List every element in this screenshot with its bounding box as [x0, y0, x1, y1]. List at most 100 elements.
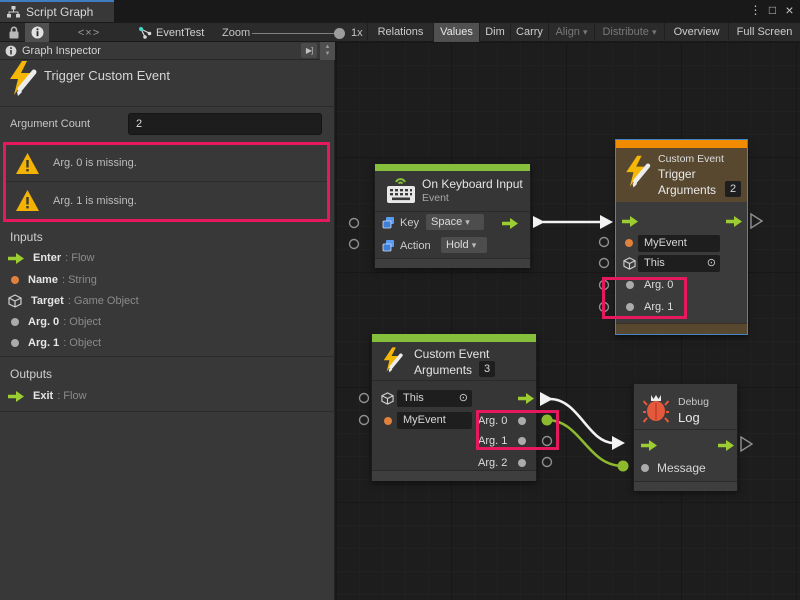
arg1-label: Arg. 1 — [478, 434, 507, 448]
outer-port[interactable] — [543, 437, 552, 446]
window-controls: ⋮ □ × — [747, 0, 798, 20]
custom-event-node[interactable]: Custom Event Arguments 3 This ⊙ MyEvent … — [371, 333, 537, 481]
outer-port[interactable] — [360, 416, 369, 425]
message-port[interactable] — [641, 464, 649, 472]
flow-output-port[interactable] — [518, 393, 534, 404]
unit-title: Trigger Custom Event — [44, 68, 170, 83]
graph-asset-icon — [139, 27, 152, 39]
outer-flow-port[interactable] — [741, 437, 752, 451]
graph-name-label: EventTest — [156, 27, 204, 39]
argument-count-input[interactable]: 2 — [128, 113, 322, 135]
window-close-icon[interactable]: × — [781, 2, 798, 18]
warning-icon — [16, 153, 39, 174]
outer-port[interactable] — [543, 458, 552, 467]
values-button[interactable]: Values — [433, 23, 479, 42]
object-picker-icon[interactable]: ⊙ — [707, 255, 716, 272]
flow-arrow-icon — [8, 253, 24, 264]
arg1-output-port[interactable] — [518, 437, 526, 445]
target-field[interactable]: This ⊙ — [638, 255, 720, 272]
dim-label: Dim — [485, 26, 505, 38]
arg1-port[interactable] — [626, 303, 634, 311]
outer-flow-port[interactable] — [751, 214, 762, 228]
values-label: Values — [440, 26, 473, 38]
port-type: : Flow — [65, 252, 94, 264]
key-dropdown[interactable]: Space ▾ — [426, 214, 484, 230]
window-menu-icon[interactable]: ⋮ — [747, 3, 764, 17]
node-subtitle: Event — [422, 192, 449, 204]
scroll-spinner[interactable]: ▲ ▼ — [320, 42, 335, 60]
graph-toolbar: <×> EventTest Zoom 1x Relations Values D… — [0, 22, 800, 42]
keycode-icon — [382, 216, 395, 229]
outer-port[interactable] — [360, 394, 369, 403]
custom-event-icon — [381, 346, 405, 376]
warnings-annotation-box: Arg. 0 is missing. Arg. 1 is missing. — [3, 142, 330, 222]
lock-icon — [8, 26, 20, 39]
on-keyboard-input-node[interactable]: On Keyboard Input Event Key Space ▾ Acti… — [374, 163, 531, 268]
full-screen-button[interactable]: Full Screen — [728, 23, 800, 42]
overview-button[interactable]: Overview — [664, 23, 728, 42]
argument-count-label: Argument Count — [10, 118, 90, 130]
arg0-port[interactable] — [626, 281, 634, 289]
inspector-title: Graph Inspector — [22, 45, 101, 57]
keycode-icon — [382, 239, 395, 252]
carry-button[interactable]: Carry — [510, 23, 548, 42]
keyboard-icon — [384, 175, 418, 205]
object-picker-icon[interactable]: ⊙ — [459, 390, 468, 407]
action-dropdown[interactable]: Hold ▾ — [441, 237, 487, 253]
flow-output-port[interactable] — [502, 218, 518, 229]
flow-input-port[interactable] — [641, 440, 657, 451]
port-type: : Game Object — [68, 295, 139, 307]
zoom-label: Zoom — [222, 27, 250, 39]
name-port[interactable] — [384, 417, 392, 425]
zoom-slider-knob[interactable] — [334, 28, 345, 39]
align-label: Align — [555, 26, 579, 38]
tab-script-graph[interactable]: Script Graph — [0, 0, 114, 22]
flow-output-port[interactable] — [718, 440, 734, 451]
event-name-field[interactable]: MyEvent — [638, 235, 720, 252]
value-connection-arg0-to-message[interactable] — [542, 415, 629, 472]
outer-port[interactable] — [600, 238, 609, 247]
dim-button[interactable]: Dim — [479, 23, 510, 42]
action-value: Hold — [446, 239, 469, 251]
outputs-section-label: Outputs — [10, 367, 52, 381]
trigger-custom-event-node[interactable]: Custom Event Trigger Arguments 2 MyEvent… — [615, 139, 748, 335]
arg0-output-port[interactable] — [518, 417, 526, 425]
outer-port[interactable] — [600, 281, 609, 290]
view-source-button[interactable]: <×> — [72, 23, 106, 42]
align-dropdown[interactable]: Align ▾ — [548, 23, 594, 42]
debug-log-node[interactable]: Debug Log Message — [633, 383, 738, 490]
inspector-header: Graph Inspector ▶] ▲ ▼ — [0, 42, 335, 60]
target-value: This — [644, 257, 665, 269]
warning-text: Arg. 1 is missing. — [53, 195, 137, 207]
node-kind: Custom Event — [658, 153, 724, 165]
inspector-toggle-button[interactable] — [25, 23, 49, 42]
outer-port[interactable] — [600, 259, 609, 268]
graph-canvas[interactable]: On Keyboard Input Event Key Space ▾ Acti… — [336, 42, 800, 600]
action-label: Action — [400, 239, 431, 253]
unity-script-graph-window: Script Graph ⋮ □ × <×> — [0, 0, 800, 600]
flow-input-port[interactable] — [622, 216, 638, 227]
distribute-dropdown[interactable]: Distribute ▾ — [594, 23, 664, 42]
zoom-slider-track[interactable] — [252, 33, 340, 34]
node-arguments-label: Arguments — [414, 363, 472, 377]
dock-icon[interactable]: ▶] — [301, 43, 317, 58]
info-icon — [5, 45, 17, 57]
flow-connection-customevent-to-debug[interactable] — [540, 392, 625, 450]
event-name-field[interactable]: MyEvent — [397, 412, 472, 429]
outer-port[interactable] — [350, 240, 359, 249]
flow-output-port[interactable] — [726, 216, 742, 227]
window-maximize-icon[interactable]: □ — [764, 3, 781, 17]
port-row-name: Name : String — [8, 272, 97, 288]
node-title: Custom Event — [414, 347, 489, 361]
port-name: Exit — [33, 390, 53, 402]
lock-button[interactable] — [4, 23, 24, 42]
port-name: Arg. 1 — [28, 337, 59, 349]
object-port-icon — [11, 339, 19, 347]
relations-button[interactable]: Relations — [367, 23, 433, 42]
flow-connection-keyboard-to-trigger[interactable] — [533, 215, 613, 229]
target-field[interactable]: This ⊙ — [397, 390, 472, 407]
arg2-output-port[interactable] — [518, 459, 526, 467]
name-port[interactable] — [625, 239, 633, 247]
outer-port[interactable] — [350, 219, 359, 228]
outer-port[interactable] — [600, 303, 609, 312]
